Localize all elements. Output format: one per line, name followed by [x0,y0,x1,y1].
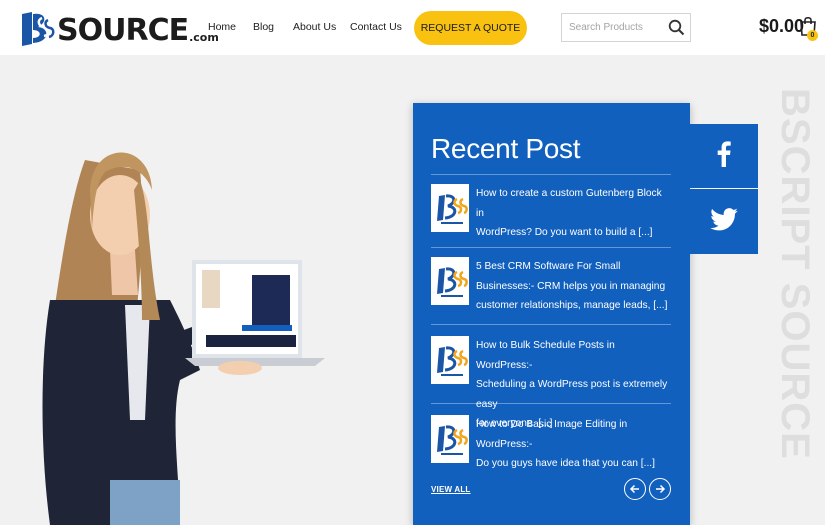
post-thumbnail-logo-icon[interactable] [431,415,469,463]
search-input[interactable] [562,14,666,41]
view-all-link[interactable]: VIEW ALL [431,485,471,494]
nav-blog[interactable]: Blog [253,21,274,33]
recent-post-item[interactable]: How to create a custom Gutenberg Block i… [431,184,671,248]
post-text-line: Scheduling a WordPress post is extremely… [476,379,668,410]
cart-total[interactable]: $0.00 [759,16,804,37]
recent-post-title: Recent Post [431,133,581,164]
twitter-button[interactable] [690,189,758,254]
recent-post-item[interactable]: How to Bulk Schedule Posts in WordPress:… [431,336,671,429]
recent-post-item[interactable]: How to Do Basic Image Editing in WordPre… [431,415,671,469]
post-text-line: customer relationships, manage leads, [.… [476,300,668,311]
logo-mark-icon [20,8,56,48]
divider [431,247,671,248]
post-text-line: Businesses:- CRM helps you in managing [476,280,666,292]
post-thumbnail-logo-icon[interactable] [431,336,469,384]
cart-count-badge: 0 [807,30,818,41]
nav-about-us[interactable]: About Us [293,21,336,33]
nav-contact-us[interactable]: Contact Us [350,21,402,33]
post-text-line: How to Do Basic Image Editing in WordPre… [476,419,628,450]
post-excerpt[interactable]: How to Do Basic Image Editing in WordPre… [476,415,671,474]
post-thumbnail-logo-icon[interactable] [431,257,469,305]
search-box [561,13,691,42]
site-header: SOURCE .com Home Blog About Us Contact U… [0,0,825,55]
divider [431,403,671,404]
post-excerpt[interactable]: 5 Best CRM Software For Small Businesses… [476,257,671,316]
post-text-line: How to create a custom Gutenberg Block i… [476,188,662,219]
recent-post-item[interactable]: 5 Best CRM Software For Small Businesses… [431,257,671,325]
watermark-text: BSCRIPT SOURCE [775,88,815,460]
vertical-watermark: BSCRIPT SOURCE [775,88,815,525]
site-logo[interactable]: SOURCE .com [20,8,219,48]
logo-text: SOURCE [57,13,189,48]
post-thumbnail-logo-icon[interactable] [431,184,469,232]
divider [431,174,671,175]
post-text-line: 5 Best CRM Software For Small [476,261,621,272]
divider [431,324,671,325]
twitter-icon [710,207,738,236]
hero-woman-with-laptop-image [30,120,335,525]
facebook-button[interactable] [690,124,758,188]
facebook-icon [717,140,731,172]
search-icon[interactable] [668,19,685,36]
nav-home[interactable]: Home [208,21,236,33]
post-text-line: How to Bulk Schedule Posts in WordPress:… [476,340,615,371]
next-arrow-icon[interactable] [649,478,671,500]
request-quote-button[interactable]: REQUEST A QUOTE [414,11,527,45]
post-excerpt[interactable]: How to create a custom Gutenberg Block i… [476,184,671,243]
post-text-line: Do you guys have idea that you can [...] [476,458,655,469]
post-text-line: WordPress? Do you want to build a [...] [476,227,653,238]
recent-post-widget: Recent Post How to create a custom Guten… [413,103,690,525]
prev-arrow-icon[interactable] [624,478,646,500]
